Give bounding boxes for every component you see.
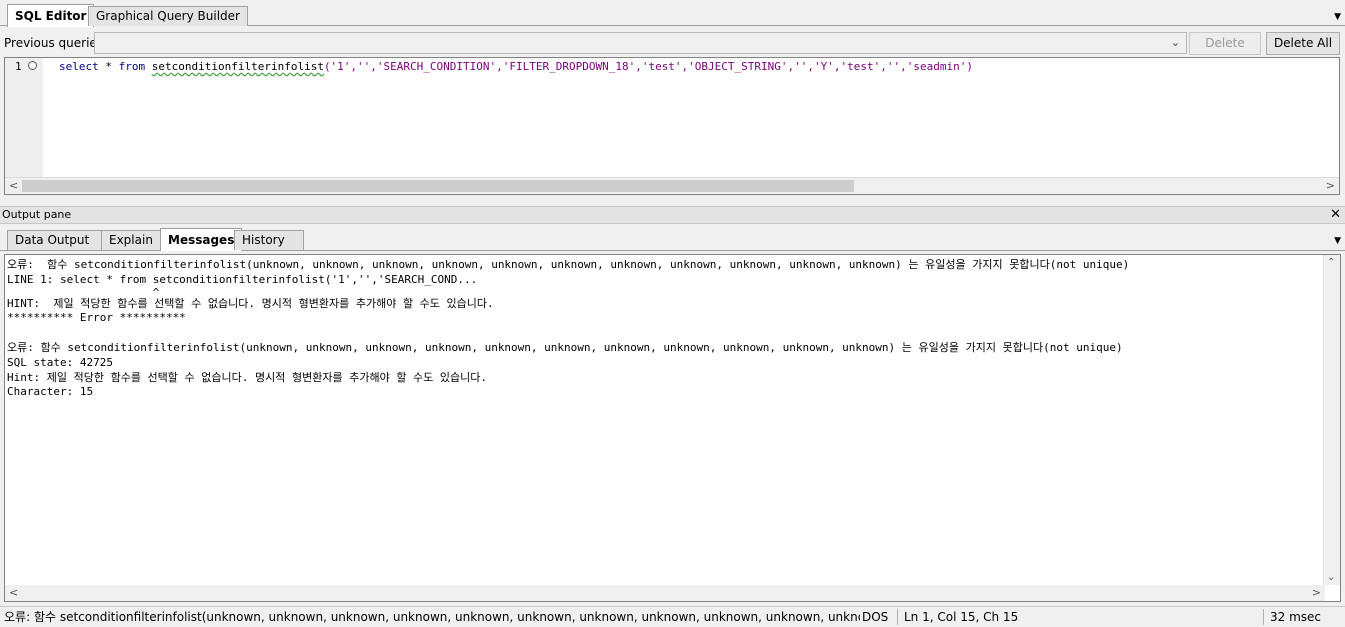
tab-explain-label: Explain <box>109 233 153 247</box>
editor-horizontal-scrollbar[interactable]: < > <box>5 177 1339 194</box>
delete-button[interactable]: Delete <box>1189 32 1261 55</box>
line-number: 1 <box>15 60 22 73</box>
previous-queries-dropdown[interactable]: ⌄ <box>94 32 1187 54</box>
sql-editor[interactable]: 1 select * from setconditionfilterinfoli… <box>4 57 1340 195</box>
tab-sql-editor[interactable]: SQL Editor <box>7 4 95 27</box>
scroll-up-icon[interactable]: ⌃ <box>1327 257 1335 268</box>
status-separator <box>1263 609 1264 625</box>
output-pane-title: Output pane <box>2 208 72 221</box>
scroll-left-icon[interactable]: < <box>9 179 18 192</box>
status-cursor-position: Ln 1, Col 15, Ch 15 <box>904 610 1019 624</box>
tab-history-label: History <box>242 233 285 247</box>
function-args: ('1','','SEARCH_CONDITION','FILTER_DROPD… <box>323 60 973 73</box>
editor-tabstrip: SQL Editor Graphical Query Builder ▼ <box>0 0 1345 27</box>
messages-panel[interactable]: 오류: 함수 setconditionfilterinfolist(unknow… <box>4 254 1341 602</box>
messages-vertical-scrollbar[interactable]: ⌃ ⌄ <box>1323 255 1340 585</box>
scroll-right-icon[interactable]: > <box>1326 179 1335 192</box>
message-line: SQL state: 42725 <box>7 355 113 369</box>
status-separator <box>897 609 898 625</box>
function-name: setconditionfilterinfolist <box>151 60 324 73</box>
delete-all-button[interactable]: Delete All <box>1266 32 1340 55</box>
status-line-ending: DOS <box>862 610 889 624</box>
output-pane-header: Output pane ✕ <box>0 206 1345 224</box>
status-message: 오류: 함수 setconditionfilterinfolist(unknow… <box>4 610 860 624</box>
chevron-down-icon: ⌄ <box>1170 36 1180 49</box>
tab-data-output[interactable]: Data Output <box>7 230 109 250</box>
keyword-from: from <box>118 60 146 73</box>
message-line: Character: 15 <box>7 385 94 399</box>
scroll-down-icon[interactable]: ⌄ <box>1327 572 1335 583</box>
message-line <box>7 326 1129 341</box>
status-duration: 32 msec <box>1270 610 1322 624</box>
message-line: Hint: 제일 적당한 함수를 선택할 수 없습니다. 명시적 형변환자를 추… <box>7 370 488 384</box>
output-tabstrip: Data Output Explain Messages History ▼ <box>0 226 1345 251</box>
fold-marker-icon[interactable] <box>28 61 37 70</box>
line-gutter: 1 <box>5 58 43 179</box>
message-line: ********** Error ********** <box>7 311 186 325</box>
messages-horizontal-scrollbar[interactable]: < > <box>5 585 1325 601</box>
scroll-left-icon[interactable]: < <box>9 586 18 599</box>
tab-data-output-label: Data Output <box>15 233 90 247</box>
previous-queries-label: Previous queries <box>4 36 104 50</box>
keyword-select: select <box>59 60 99 73</box>
sql-code-line[interactable]: select * from setconditionfilterinfolist… <box>59 60 973 73</box>
status-bar: 오류: 함수 setconditionfilterinfolist(unknow… <box>0 606 1345 626</box>
message-line: HINT: 제일 적당한 함수를 선택할 수 없습니다. 명시적 형변환자를 추… <box>7 296 494 310</box>
operator-star: * <box>98 60 119 73</box>
close-icon[interactable]: ✕ <box>1330 207 1341 223</box>
editor-scroll-thumb[interactable] <box>22 180 854 192</box>
tab-history[interactable]: History <box>234 230 305 250</box>
tab-messages[interactable]: Messages <box>160 228 243 251</box>
output-tab-menu-chevron-down-icon[interactable]: ▼ <box>1334 236 1341 246</box>
message-line: ^ <box>7 285 160 299</box>
messages-text: 오류: 함수 setconditionfilterinfolist(unknow… <box>7 258 1129 400</box>
message-line: 오류: 함수 setconditionfilterinfolist(unknow… <box>7 258 1130 271</box>
tab-explain[interactable]: Explain <box>101 230 169 250</box>
scroll-right-icon[interactable]: > <box>1312 586 1321 599</box>
tab-graphical-query-builder[interactable]: Graphical Query Builder <box>88 6 248 26</box>
tab-menu-chevron-down-icon[interactable]: ▼ <box>1334 12 1341 22</box>
message-line: LINE 1: select * from setconditionfilter… <box>7 272 478 286</box>
message-line: 오류: 함수 setconditionfilterinfolist(unknow… <box>7 340 1123 354</box>
